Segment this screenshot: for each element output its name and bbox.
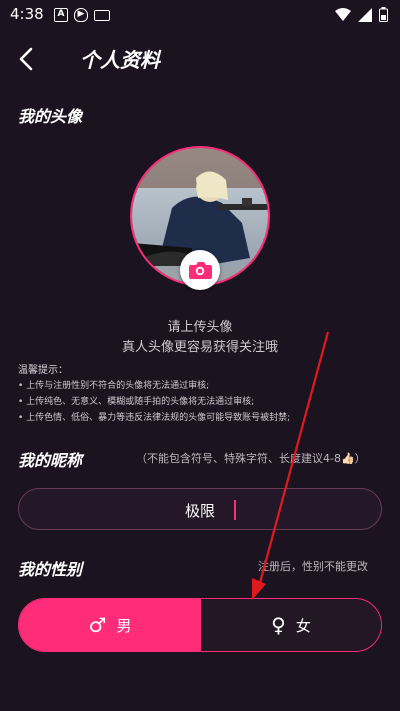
shield-app-icon: ▶ — [74, 8, 88, 22]
system-icons — [335, 7, 388, 22]
wifi-icon — [335, 7, 351, 21]
male-symbol-icon: ♂ — [88, 613, 107, 637]
avatar-section-title: 我的头像 — [18, 107, 83, 126]
tips-title: 温馨提示： — [18, 365, 68, 376]
female-symbol-icon: ♀ — [271, 613, 286, 637]
camera-icon — [189, 262, 212, 279]
nickname-value: 极限 — [184, 502, 215, 520]
gender-section-title: 我的性别 — [18, 560, 83, 579]
nickname-input[interactable]: 极限 — [18, 488, 382, 530]
text-cursor — [234, 500, 236, 520]
gender-hint: 注册后，性别不能更改 — [258, 560, 368, 573]
tip-item: • 上传纯色、无意义、模糊或随手拍的头像将无法通过审核; — [18, 397, 255, 407]
gender-male-option[interactable]: ♂ 男 — [19, 599, 201, 651]
gender-female-option[interactable]: ♀ 女 — [201, 599, 381, 651]
avatar-hint-1: 请上传头像 — [167, 320, 233, 335]
back-button[interactable] — [14, 44, 40, 74]
chevron-left-icon — [19, 47, 33, 71]
upload-avatar-button[interactable] — [180, 250, 220, 290]
status-time: 4:38 — [10, 5, 44, 23]
gender-female-label: 女 — [295, 616, 311, 635]
nickname-hint: （不能包含符号、特殊字符、长度建议4-8👍🏻） — [136, 452, 366, 465]
keyboard-icon — [94, 9, 110, 21]
status-bar: 4:38 A ▶ — [0, 0, 400, 30]
notification-icons: A ▶ — [54, 8, 110, 22]
tip-item: • 上传色情、低俗、暴力等违反法律法规的头像可能导致账号被封禁; — [18, 413, 291, 423]
avatar-hint-2: 真人头像更容易获得关注哦 — [121, 340, 278, 355]
battery-icon — [379, 7, 388, 22]
signal-icon — [358, 7, 372, 22]
tip-item: • 上传与注册性别不符合的头像将无法通过审核; — [18, 381, 210, 391]
page-title: 个人资料 — [80, 48, 160, 72]
nickname-section-title: 我的昵称 — [18, 451, 83, 470]
gender-selector: ♂ 男 ♀ 女 — [18, 598, 382, 652]
gender-male-label: 男 — [116, 616, 132, 635]
a-app-icon: A — [54, 8, 68, 22]
